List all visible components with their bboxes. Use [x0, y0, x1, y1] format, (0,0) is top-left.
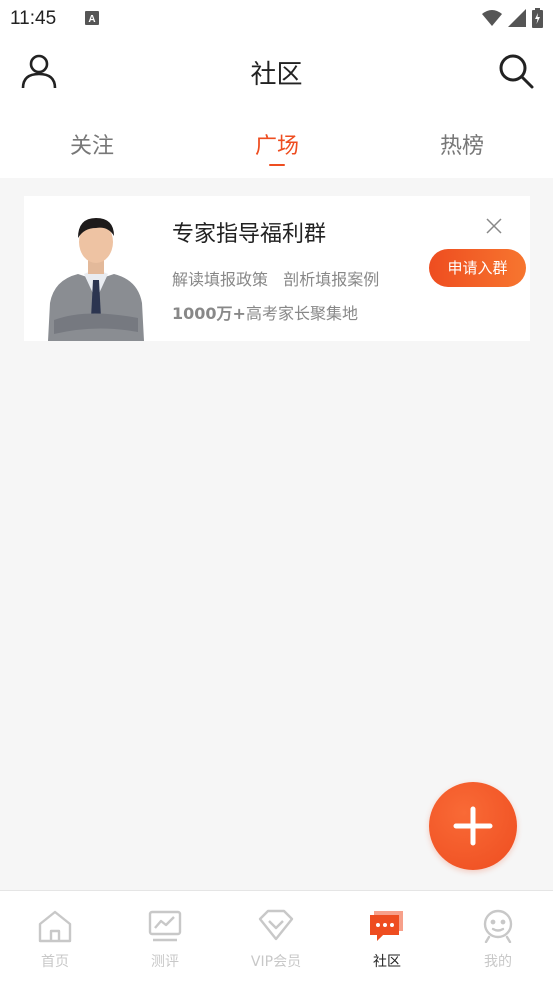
- battery-icon: [532, 8, 543, 28]
- profile-face-icon: [483, 909, 513, 943]
- card-highlight-text: 高考家长聚集地: [245, 304, 358, 323]
- nav-item-vip[interactable]: VIP会员: [221, 909, 331, 971]
- close-icon[interactable]: [486, 218, 502, 234]
- nav-label-home: 首页: [41, 954, 69, 970]
- nav-label-assessment: 测评: [151, 954, 179, 970]
- tab-following[interactable]: 关注: [32, 128, 152, 160]
- card-title: 专家指导福利群: [172, 222, 327, 247]
- card-highlight: 1000万+高考家长聚集地: [172, 300, 358, 324]
- group-promo-card[interactable]: 专家指导福利群 解读填报政策 剖析填报案例 1000万+高考家长聚集地 申请入群: [24, 196, 530, 341]
- create-post-button[interactable]: [429, 782, 517, 870]
- svg-text:A: A: [88, 14, 95, 25]
- nav-label-community: 社区: [373, 954, 401, 970]
- top-bar: 社区: [0, 38, 553, 106]
- page-title: 社区: [250, 60, 303, 90]
- nav-item-community[interactable]: 社区: [332, 909, 442, 971]
- nav-label-mine: 我的: [484, 954, 512, 970]
- search-icon[interactable]: [497, 52, 535, 90]
- signal-icon: [508, 9, 526, 27]
- plus-icon: [453, 806, 493, 846]
- active-tab-indicator: [269, 164, 285, 166]
- wifi-icon: [482, 10, 502, 26]
- nav-label-vip: VIP会员: [250, 954, 302, 970]
- status-bar: 11:45 A: [0, 0, 553, 38]
- community-icon: [370, 911, 403, 941]
- vip-icon: [258, 909, 294, 941]
- tab-square[interactable]: 广场: [217, 128, 337, 160]
- status-icons: [482, 8, 543, 28]
- card-subtitle: 解读填报政策 剖析填报案例: [172, 270, 380, 289]
- bottom-nav: 首页 测评 VIP会员 社区 我的: [0, 890, 553, 984]
- assessment-icon: [148, 910, 182, 942]
- tab-hot-list[interactable]: 热榜: [402, 128, 522, 160]
- expert-photo: [48, 218, 144, 341]
- tab-bar: 关注 广场 热榜: [0, 106, 553, 178]
- notification-a-icon: A: [85, 11, 99, 25]
- nav-item-mine[interactable]: 我的: [443, 909, 553, 971]
- join-group-button[interactable]: 申请入群: [429, 249, 526, 287]
- card-highlight-number: 1000万+: [172, 304, 246, 323]
- nav-item-home[interactable]: 首页: [0, 909, 110, 971]
- status-time: 11:45: [10, 8, 57, 29]
- home-icon: [38, 910, 72, 943]
- nav-item-assessment[interactable]: 测评: [110, 909, 220, 971]
